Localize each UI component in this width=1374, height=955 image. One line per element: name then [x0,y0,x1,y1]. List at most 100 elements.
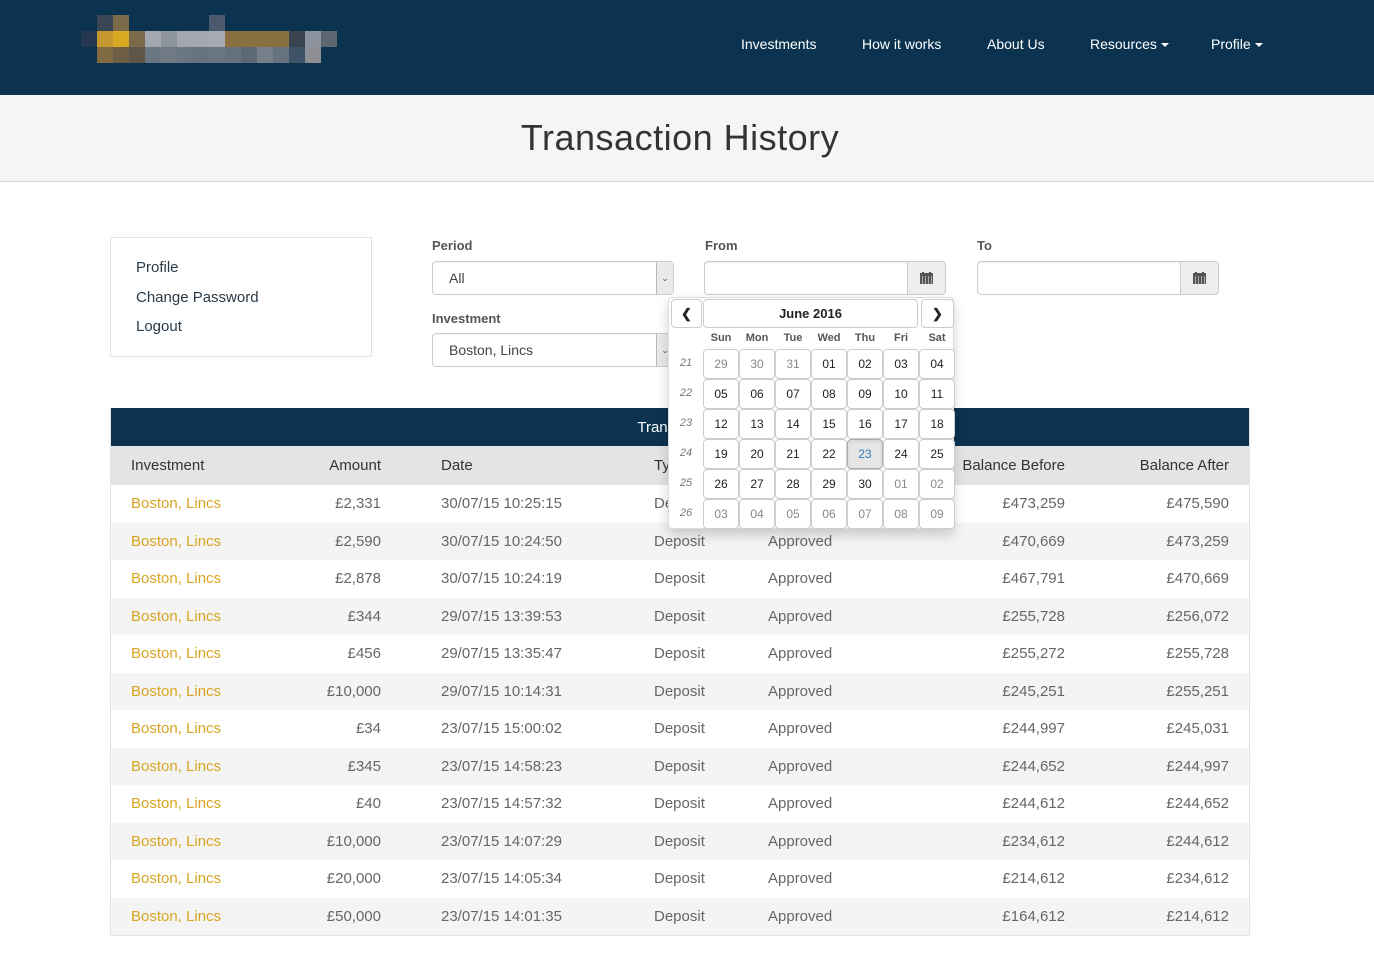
cell-amount: £456 [347,645,381,663]
datepicker-day[interactable]: 24 [883,439,919,469]
datepicker-day[interactable]: 02 [919,469,955,499]
cell-balance-after: £256,072 [1166,607,1229,625]
cell-balance-after: £244,997 [1166,757,1229,775]
to-calendar-button[interactable] [1180,261,1219,295]
logo-pixel [113,47,129,63]
datepicker-day[interactable]: 21 [775,439,811,469]
datepicker-day[interactable]: 15 [811,409,847,439]
datepicker-day[interactable]: 06 [739,379,775,409]
datepicker-day[interactable]: 12 [703,409,739,439]
cell-balance-before: £214,612 [1002,870,1065,888]
investment-select[interactable]: Boston, Lincs ⌄ [432,333,674,367]
table-row: Boston, Lincs £40 23/07/15 14:57:32 Deposit… [111,785,1249,823]
nav-investments[interactable]: Investments [741,36,816,52]
logo-pixel [129,31,145,47]
datepicker-day[interactable]: 27 [739,469,775,499]
datepicker-day[interactable]: 09 [919,499,955,529]
logo-pixel [209,15,225,31]
datepicker-day[interactable]: 17 [883,409,919,439]
col-balance-after: Balance After [1139,457,1229,474]
datepicker-day[interactable]: 08 [883,499,919,529]
investment-link[interactable]: Boston, Lincs [131,908,221,925]
datepicker-day-selected[interactable]: 23 [847,439,883,469]
investment-link[interactable]: Boston, Lincs [131,720,221,737]
investment-link[interactable]: Boston, Lincs [131,570,221,587]
nav-about-us[interactable]: About Us [987,36,1045,52]
investment-link[interactable]: Boston, Lincs [131,758,221,775]
logo-pixel [273,47,289,63]
datepicker-day[interactable]: 10 [883,379,919,409]
logo-pixel [193,47,209,63]
datepicker-day[interactable]: 05 [775,499,811,529]
nav-how-it-works[interactable]: How it works [862,36,941,52]
sidebar-item-profile[interactable]: Profile [136,259,179,276]
datepicker-day[interactable]: 06 [811,499,847,529]
logo-pixel [97,47,113,63]
cell-type: Deposit [654,607,705,625]
nav-profile-dropdown[interactable]: Profile [1211,36,1263,52]
datepicker-day[interactable]: 28 [775,469,811,499]
investment-link[interactable]: Boston, Lincs [131,495,221,512]
datepicker-day[interactable]: 31 [775,349,811,379]
datepicker-day[interactable]: 13 [739,409,775,439]
datepicker-day[interactable]: 01 [811,349,847,379]
cell-amount: £34 [355,720,381,738]
logo-pixel [81,31,97,47]
datepicker-day[interactable]: 19 [703,439,739,469]
datepicker-day[interactable]: 02 [847,349,883,379]
datepicker-prev-button[interactable]: ❮ [671,299,702,328]
investment-link[interactable]: Boston, Lincs [131,608,221,625]
account-sidebar: Profile Change Password Logout [110,237,372,357]
datepicker-day[interactable]: 20 [739,439,775,469]
sidebar-item-change-password[interactable]: Change Password [136,289,259,306]
datepicker-day[interactable]: 14 [775,409,811,439]
cell-amount: £345 [347,757,381,775]
period-select[interactable]: All ⌄ [432,261,674,295]
datepicker-day[interactable]: 30 [739,349,775,379]
datepicker-day[interactable]: 01 [883,469,919,499]
datepicker-day[interactable]: 05 [703,379,739,409]
cell-balance-before: £244,997 [1002,720,1065,738]
investment-link[interactable]: Boston, Lincs [131,533,221,550]
investment-link[interactable]: Boston, Lincs [131,683,221,700]
datepicker-day[interactable]: 30 [847,469,883,499]
logo-pixel [225,47,241,63]
sidebar-item-logout[interactable]: Logout [136,318,182,335]
datepicker-day[interactable]: 11 [919,379,955,409]
nav-resources-label: Resources [1090,36,1157,52]
datepicker-day[interactable]: 25 [919,439,955,469]
table-row: Boston, Lincs £10,000 29/07/15 10:14:31 Dep… [111,672,1249,711]
datepicker-day[interactable]: 18 [919,409,955,439]
from-calendar-button[interactable] [907,261,946,295]
datepicker-next-button[interactable]: ❯ [921,299,954,328]
datepicker-day[interactable]: 16 [847,409,883,439]
period-select-value: All [449,270,465,286]
datepicker-day[interactable]: 08 [811,379,847,409]
investment-link[interactable]: Boston, Lincs [131,645,221,662]
investment-link[interactable]: Boston, Lincs [131,870,221,887]
site-logo[interactable] [81,15,338,63]
to-date-input[interactable] [977,261,1181,295]
datepicker-day[interactable]: 29 [811,469,847,499]
chevron-left-icon: ❮ [681,305,692,321]
datepicker-day[interactable]: 22 [811,439,847,469]
datepicker-day[interactable]: 04 [739,499,775,529]
cell-status: Approved [768,795,833,813]
from-date-input[interactable] [704,261,908,295]
logo-pixel [289,47,305,63]
logo-pixel [177,31,193,47]
datepicker-day[interactable]: 03 [703,499,739,529]
cell-investment: Boston, Lincs [111,673,301,711]
datepicker-month-switch[interactable]: June 2016 [703,299,918,328]
datepicker-day[interactable]: 03 [883,349,919,379]
col-date: Date [441,457,473,474]
investment-link[interactable]: Boston, Lincs [131,833,221,850]
datepicker-day[interactable]: 07 [847,499,883,529]
datepicker-day[interactable]: 09 [847,379,883,409]
datepicker-day[interactable]: 07 [775,379,811,409]
datepicker-day[interactable]: 29 [703,349,739,379]
datepicker-day[interactable]: 26 [703,469,739,499]
datepicker-day[interactable]: 04 [919,349,955,379]
investment-link[interactable]: Boston, Lincs [131,795,221,812]
nav-resources-dropdown[interactable]: Resources [1090,36,1169,52]
